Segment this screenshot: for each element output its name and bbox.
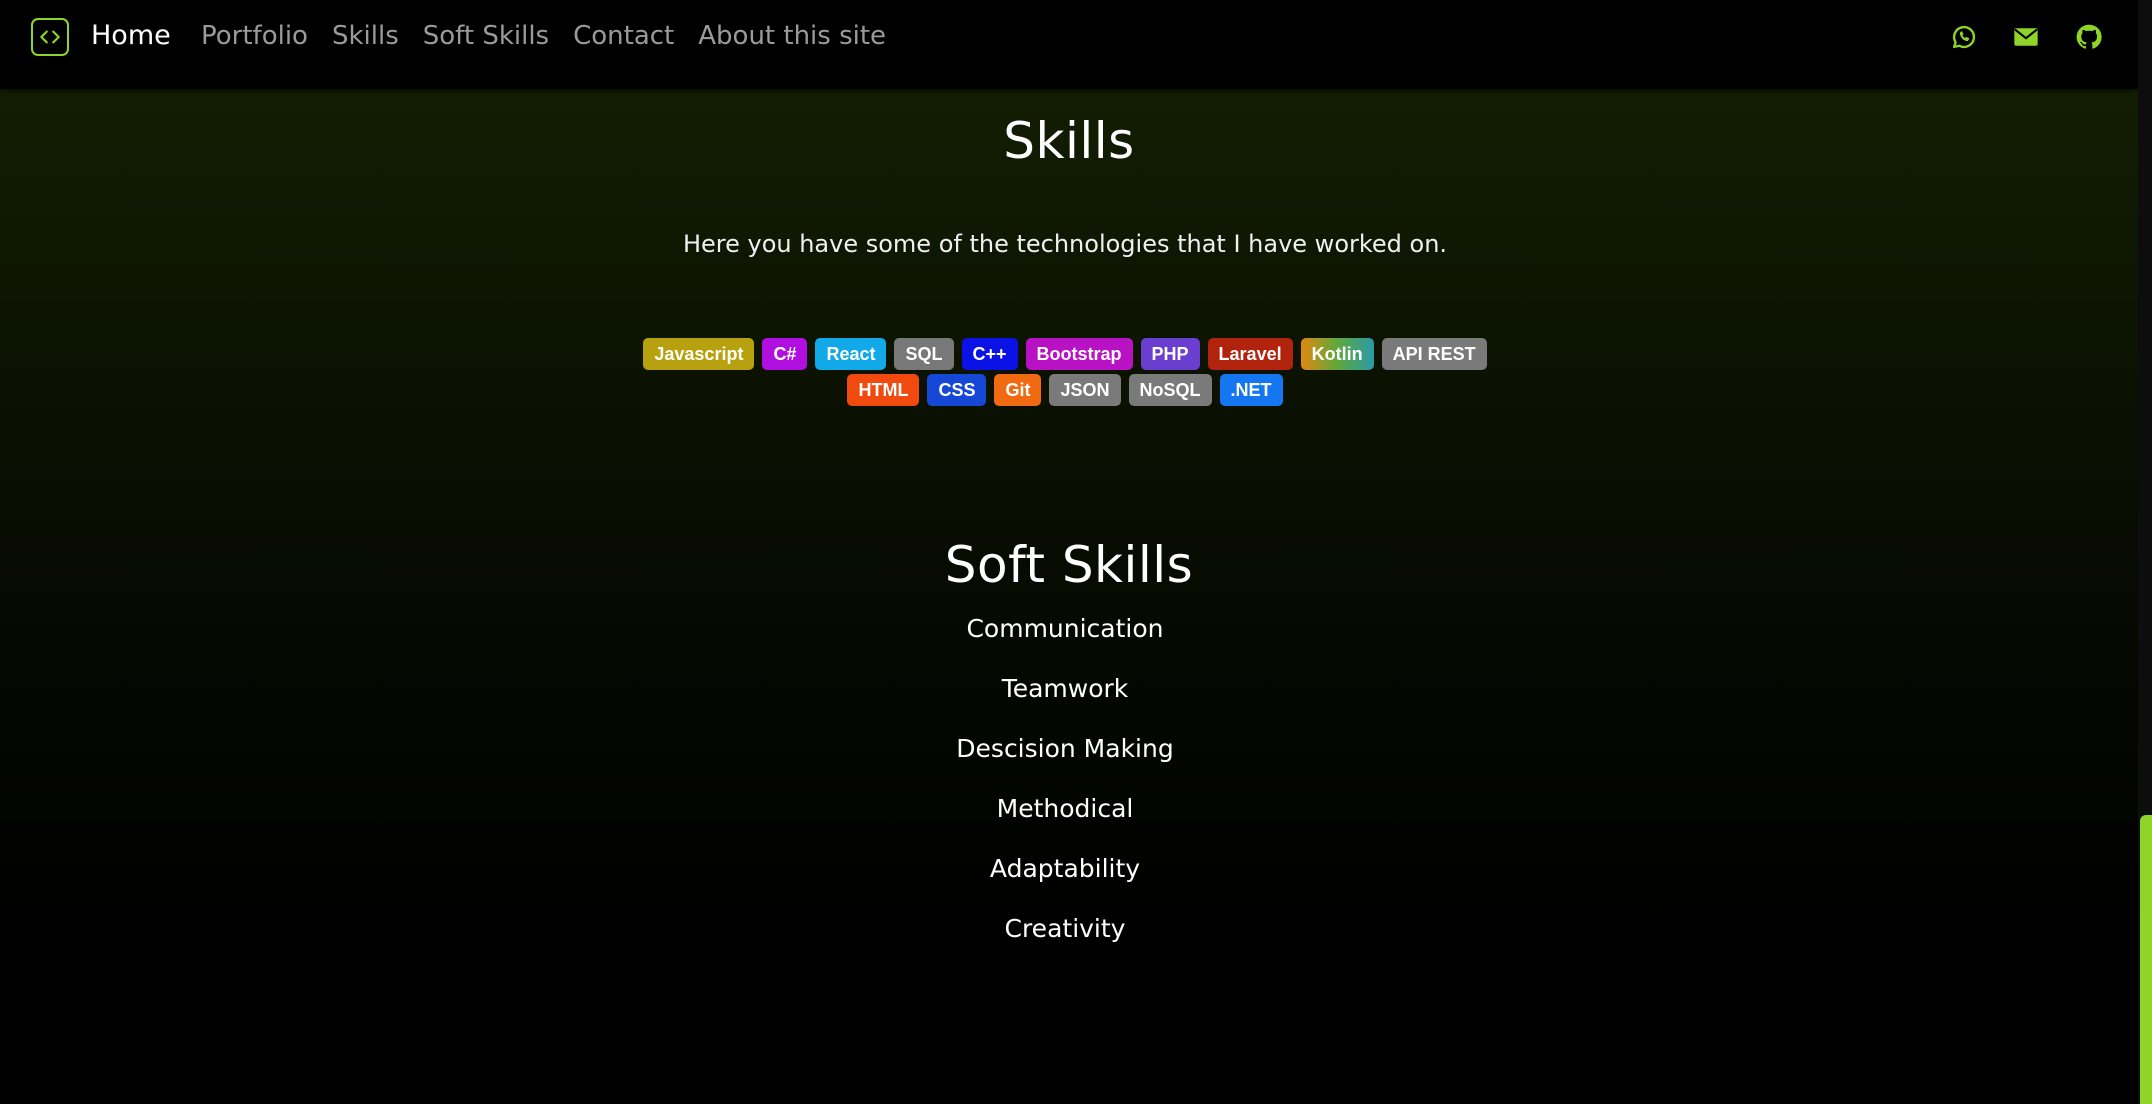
soft-skill-item: Creativity [1004,914,1126,943]
skills-intro: Here you have some of the technologies t… [682,230,1448,258]
soft-skills-list: Communication Teamwork Descision Making Met… [0,611,2130,971]
nav-home-link[interactable]: Home [91,17,171,55]
scrollbar-thumb[interactable] [2140,815,2152,1104]
nav-links: Portfolio Skills Soft Skills Contact Abo… [201,17,886,55]
navbar: Home Portfolio Skills Soft Skills Contac… [0,0,2138,89]
skill-badge: .NET [1219,374,1283,406]
nav-link-skills[interactable]: Skills [332,17,399,55]
nav-link-about[interactable]: About this site [698,17,886,55]
skill-badge: React [815,338,887,370]
mail-icon[interactable] [2011,22,2041,52]
code-brackets-icon[interactable] [31,18,69,56]
skill-badge: Git [994,374,1042,406]
skill-badge: Kotlin [1300,338,1374,370]
soft-skill-item: Methodical [996,794,1134,823]
skill-badge: NoSQL [1128,374,1212,406]
soft-skill-item: Adaptability [989,854,1141,883]
nav-link-portfolio[interactable]: Portfolio [201,17,308,55]
skill-badge: PHP [1140,338,1200,370]
skill-badge: API REST [1381,338,1487,370]
soft-skill-item: Communication [966,614,1164,643]
skill-badge: SQL [894,338,954,370]
soft-skill-item: Descision Making [956,734,1174,763]
skill-badge: Javascript [643,338,755,370]
skills-badges-row-1: Javascript C# React SQL C++ Bootstrap PHP Larav… [0,338,2130,370]
nav-link-contact[interactable]: Contact [573,17,674,55]
skill-badge: C# [762,338,808,370]
soft-skills-title: Soft Skills [944,536,1194,594]
skill-badge: C++ [961,338,1018,370]
whatsapp-icon[interactable] [1949,22,1979,52]
skill-badge: HTML [847,374,920,406]
skill-badge: JSON [1049,374,1121,406]
github-icon[interactable] [2074,22,2104,52]
skill-badge: CSS [927,374,987,406]
skills-badges-row-2: HTML CSS Git JSON NoSQL .NET [0,374,2130,406]
nav-link-soft-skills[interactable]: Soft Skills [423,17,549,55]
skill-badge: Laravel [1207,338,1293,370]
skill-badge: Bootstrap [1025,338,1133,370]
page: Home Portfolio Skills Soft Skills Contac… [0,0,2152,1104]
skills-title: Skills [1003,112,1135,170]
soft-skill-item: Teamwork [1001,674,1129,703]
